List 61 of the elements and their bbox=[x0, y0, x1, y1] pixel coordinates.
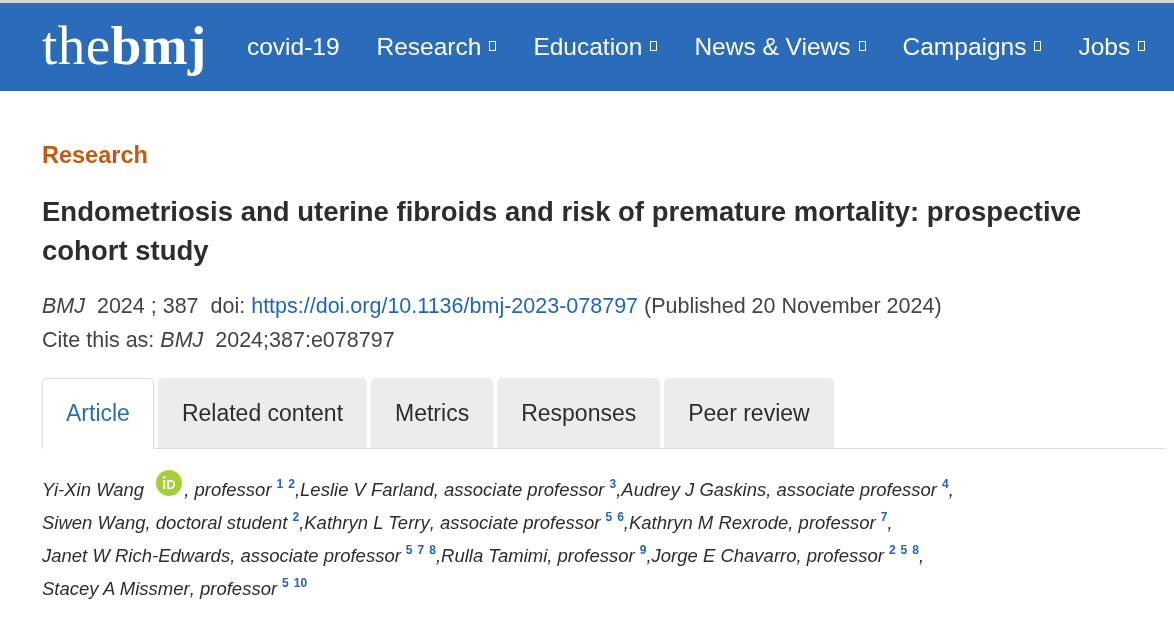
comma-separator: , bbox=[623, 511, 629, 535]
section-label: Research bbox=[42, 141, 149, 170]
tab[interactable]: Metrics bbox=[371, 378, 494, 448]
author-role: , associate professor bbox=[433, 478, 605, 502]
nav-link[interactable]: Campaigns bbox=[902, 33, 1042, 61]
comma-separator: , bbox=[646, 544, 652, 568]
affiliation-link[interactable]: 7 bbox=[880, 506, 888, 529]
affiliation-link[interactable]: 4 bbox=[942, 473, 949, 496]
author-role: , professor bbox=[189, 577, 278, 601]
affiliation-link[interactable]: 5 bbox=[405, 539, 413, 562]
nav-link[interactable]: News & Views bbox=[694, 33, 866, 61]
affiliation-link[interactable]: 6 bbox=[617, 506, 624, 529]
tab[interactable]: Article bbox=[42, 378, 154, 449]
citation-line: BMJ 2024 ; 387 doi: https://doi.org/10.1136/bmj-2023-078797 (Published 20 November 2024) bbox=[42, 293, 943, 320]
tab[interactable]: Related content bbox=[157, 378, 368, 448]
affiliation-link[interactable]: 7 bbox=[417, 539, 425, 562]
comma-separator: , bbox=[299, 511, 305, 535]
author-name: Kathryn L Terry bbox=[304, 511, 430, 535]
author-name: Audrey J Gaskins bbox=[621, 478, 767, 502]
comma-separator: , bbox=[294, 478, 301, 502]
affiliation-link[interactable]: 5 bbox=[282, 572, 289, 595]
affiliation-link[interactable]: 5 bbox=[605, 506, 613, 529]
author-role: , associate professor bbox=[766, 478, 937, 502]
affiliation-link[interactable]: 3 bbox=[609, 473, 617, 496]
author-name: Yi-Xin Wang bbox=[42, 478, 145, 502]
affiliation-link[interactable]: 2 bbox=[288, 473, 295, 496]
nav-link[interactable]: covid-19 bbox=[246, 33, 340, 61]
comma-separator: , bbox=[948, 478, 954, 502]
nav-link[interactable]: Education bbox=[533, 33, 658, 61]
author-name: Jorge E Chavarro bbox=[651, 544, 797, 568]
comma-separator: , bbox=[435, 544, 442, 568]
author-role: , associate professor bbox=[230, 544, 401, 568]
affiliation-link[interactable]: 9 bbox=[639, 539, 647, 562]
author-name: Siwen Wang bbox=[42, 511, 146, 535]
author-name: Kathryn M Rexrode bbox=[628, 511, 789, 535]
tab[interactable]: Peer review bbox=[664, 378, 834, 448]
author-name: Leslie V Farland bbox=[300, 478, 434, 502]
tab[interactable]: Responses bbox=[497, 378, 661, 448]
id-badge-icon[interactable] bbox=[156, 470, 183, 496]
author-role: , professor bbox=[547, 544, 635, 568]
author-name: Janet W Rich-Edwards bbox=[42, 544, 231, 568]
affiliation-link[interactable]: 2 bbox=[888, 539, 896, 562]
author-role: , professor bbox=[796, 544, 884, 568]
author-name: Rulla Tamimi bbox=[441, 544, 548, 568]
affiliation-link[interactable]: 5 bbox=[900, 539, 908, 562]
nav-link[interactable]: Jobs bbox=[1078, 33, 1146, 61]
author-role: , professor bbox=[184, 478, 272, 502]
affiliation-link[interactable]: 8 bbox=[912, 539, 919, 562]
doi-link[interactable]: https://doi.org/10.1136/bmj-2023-078797 bbox=[251, 294, 639, 318]
author-role: , professor bbox=[788, 511, 876, 535]
affiliation-link[interactable]: 10 bbox=[293, 572, 308, 595]
article-title: Endometriosis and uterine fibroids and risk of premature mortality: prospective cohort study bbox=[42, 195, 1083, 268]
comma-separator: , bbox=[919, 544, 925, 568]
affiliation-link[interactable]: 1 bbox=[276, 473, 284, 496]
author-role: , doctoral student bbox=[145, 511, 288, 535]
author-name: Stacey A Missmer bbox=[42, 577, 190, 601]
affiliation-link[interactable]: 2 bbox=[292, 506, 300, 529]
cite-as-line: Cite this as: BMJ 2024;387:e078797 bbox=[42, 327, 396, 354]
affiliation-link[interactable]: 8 bbox=[429, 539, 436, 562]
nav-link[interactable]: Research bbox=[376, 33, 497, 61]
comma-separator: , bbox=[887, 511, 893, 535]
